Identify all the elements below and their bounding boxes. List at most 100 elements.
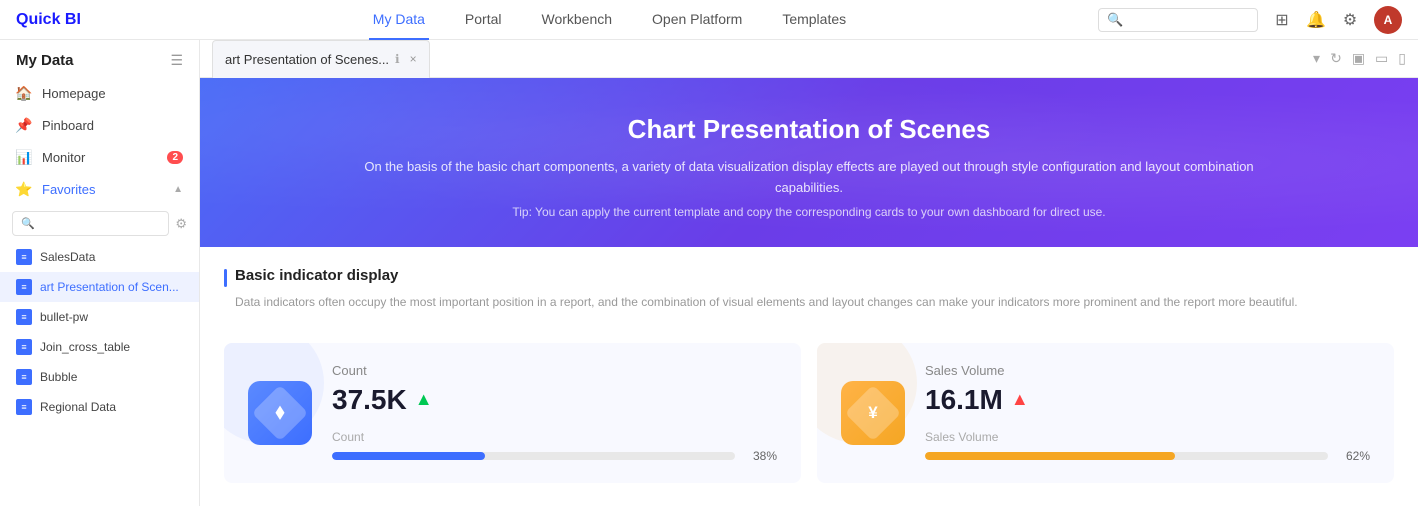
dataset-icon: ≡ (16, 249, 32, 265)
sidebar-menu-icon[interactable]: ☰ (170, 52, 183, 69)
tab-info-icon: ℹ (395, 52, 400, 66)
main-area: My Data ☰ 🏠 Homepage 📌 Pinboard 📊 Monito… (0, 40, 1418, 506)
section-desc: Data indicators often occupy the most im… (235, 293, 1394, 311)
chevron-up-icon: ▲ (173, 184, 183, 195)
sales-card-icon: ¥ (841, 381, 905, 445)
pinboard-icon: 📌 (16, 117, 32, 133)
list-item-salesdata-label: SalesData (40, 250, 95, 264)
sales-label: Sales Volume (925, 363, 1370, 378)
list-item-join-cross[interactable]: ≡ Join_cross_table (0, 332, 199, 362)
sales-progress-label: Sales Volume (925, 430, 1370, 444)
dataset-icon: ≡ (16, 399, 32, 415)
count-progress-pct: 38% (745, 449, 777, 463)
monitor-icon: 📊 (16, 149, 32, 165)
sidebar-title: My Data (16, 52, 74, 69)
section-header: Basic indicator display (224, 267, 1394, 287)
nav-links: My Data Portal Workbench Open Platform T… (121, 0, 1098, 40)
search-icon: 🔍 (1107, 12, 1123, 28)
sidebar-item-pinboard[interactable]: 📌 Pinboard (0, 109, 199, 141)
yen-symbol: ¥ (868, 403, 877, 423)
count-progress-label: Count (332, 430, 777, 444)
tab-close-button[interactable]: × (410, 52, 417, 66)
count-value-row: 37.5K ▲ (332, 384, 777, 416)
nav-templates[interactable]: Templates (778, 0, 850, 40)
list-item-bubble-label: Bubble (40, 370, 77, 384)
list-item-bullet-label: bullet-pw (40, 310, 88, 324)
count-progress-bg (332, 452, 735, 460)
sidebar-favorites-label: Favorites (42, 182, 95, 197)
nav-workbench[interactable]: Workbench (537, 0, 616, 40)
list-item-art-label: art Presentation of Scen... (40, 280, 179, 294)
count-progress-fill (332, 452, 485, 460)
count-label: Count (332, 363, 777, 378)
sidebar: My Data ☰ 🏠 Homepage 📌 Pinboard 📊 Monito… (0, 40, 200, 506)
sales-value: 16.1M (925, 384, 1003, 416)
tab-label: art Presentation of Scenes... (225, 52, 389, 67)
star-icon: ⭐ (16, 181, 32, 197)
sidebar-search-input[interactable]: 🔍 (12, 211, 169, 236)
list-item-bullet-pw[interactable]: ≡ bullet-pw (0, 302, 199, 332)
hero-banner: Chart Presentation of Scenes On the basi… (200, 78, 1418, 247)
nav-portal[interactable]: Portal (461, 0, 506, 40)
hero-title: Chart Presentation of Scenes (224, 114, 1394, 145)
sidebar-search-container: 🔍 ⚙ (0, 205, 199, 242)
sales-progress-row: 62% (925, 449, 1370, 463)
settings-icon[interactable]: ⚙ (1340, 10, 1360, 30)
dataset-icon: ≡ (16, 369, 32, 385)
mobile-view-icon[interactable]: ▯ (1398, 50, 1406, 67)
dataset-icon: ≡ (16, 309, 32, 325)
list-item-bubble[interactable]: ≡ Bubble (0, 362, 199, 392)
sales-card-data: Sales Volume 16.1M ▲ Sales Volume 6 (925, 363, 1370, 463)
hero-tip: Tip: You can apply the current template … (224, 205, 1394, 219)
sales-progress-fill (925, 452, 1175, 460)
bell-icon[interactable]: 🔔 (1306, 10, 1326, 30)
sales-value-row: 16.1M ▲ (925, 384, 1370, 416)
count-card-data: Count 37.5K ▲ Count 38% (332, 363, 777, 463)
list-item-art-presentation[interactable]: ≡ art Presentation of Scen... (0, 272, 199, 302)
top-nav: Quick BI My Data Portal Workbench Open P… (0, 0, 1418, 40)
tab-bar-actions: ▾ ↻ ▣ ▭ ▯ (1313, 50, 1406, 67)
desktop-view-icon[interactable]: ▣ (1352, 50, 1365, 67)
section-title: Basic indicator display (235, 267, 398, 284)
count-progress-row: 38% (332, 449, 777, 463)
search-box[interactable]: 🔍 (1098, 8, 1258, 32)
sidebar-item-monitor[interactable]: 📊 Monitor 2 (0, 141, 199, 173)
dataset-icon: ≡ (16, 339, 32, 355)
count-trend-icon: ▲ (415, 389, 433, 410)
home-icon: 🏠 (16, 85, 32, 101)
sales-progress-section: Sales Volume 62% (925, 430, 1370, 463)
avatar[interactable]: A (1374, 6, 1402, 34)
dropdown-icon[interactable]: ▾ (1313, 50, 1320, 67)
hero-subtitle: On the basis of the basic chart componen… (359, 157, 1259, 199)
search-small-icon: 🔍 (21, 217, 35, 230)
sidebar-item-homepage[interactable]: 🏠 Homepage (0, 77, 199, 109)
sales-trend-icon: ▲ (1011, 389, 1029, 410)
tab-bar: art Presentation of Scenes... ℹ × ▾ ↻ ▣ … (200, 40, 1418, 78)
list-item-join-label: Join_cross_table (40, 340, 130, 354)
count-symbol: ⬧ (276, 401, 285, 424)
list-item-salesdata[interactable]: ≡ SalesData (0, 242, 199, 272)
tab-art-presentation[interactable]: art Presentation of Scenes... ℹ × (212, 40, 430, 78)
grid-icon[interactable]: ⊞ (1272, 10, 1292, 30)
sidebar-homepage-label: Homepage (42, 86, 106, 101)
basic-indicator-section: Basic indicator display Data indicators … (200, 247, 1418, 343)
app-logo: Quick BI (16, 11, 81, 29)
cards-row: ⬧ Count 37.5K ▲ Count (200, 343, 1418, 506)
count-progress-section: Count 38% (332, 430, 777, 463)
sidebar-monitor-label: Monitor (42, 150, 85, 165)
nav-right: 🔍 ⊞ 🔔 ⚙ A (1098, 6, 1402, 34)
nav-open-platform[interactable]: Open Platform (648, 0, 746, 40)
sales-volume-card: ¥ Sales Volume 16.1M ▲ Sales Volume (817, 343, 1394, 483)
refresh-icon[interactable]: ↻ (1330, 50, 1342, 67)
sales-progress-pct: 62% (1338, 449, 1370, 463)
sidebar-pinboard-label: Pinboard (42, 118, 94, 133)
nav-my-data[interactable]: My Data (369, 0, 429, 40)
tablet-view-icon[interactable]: ▭ (1375, 50, 1388, 67)
sales-progress-bg (925, 452, 1328, 460)
sidebar-item-favorites[interactable]: ⭐ Favorites ▲ (0, 173, 199, 205)
filter-icon[interactable]: ⚙ (175, 216, 187, 232)
dataset-icon: ≡ (16, 279, 32, 295)
content-area: art Presentation of Scenes... ℹ × ▾ ↻ ▣ … (200, 40, 1418, 506)
list-item-regional-data[interactable]: ≡ Regional Data (0, 392, 199, 422)
sidebar-header: My Data ☰ (0, 40, 199, 77)
